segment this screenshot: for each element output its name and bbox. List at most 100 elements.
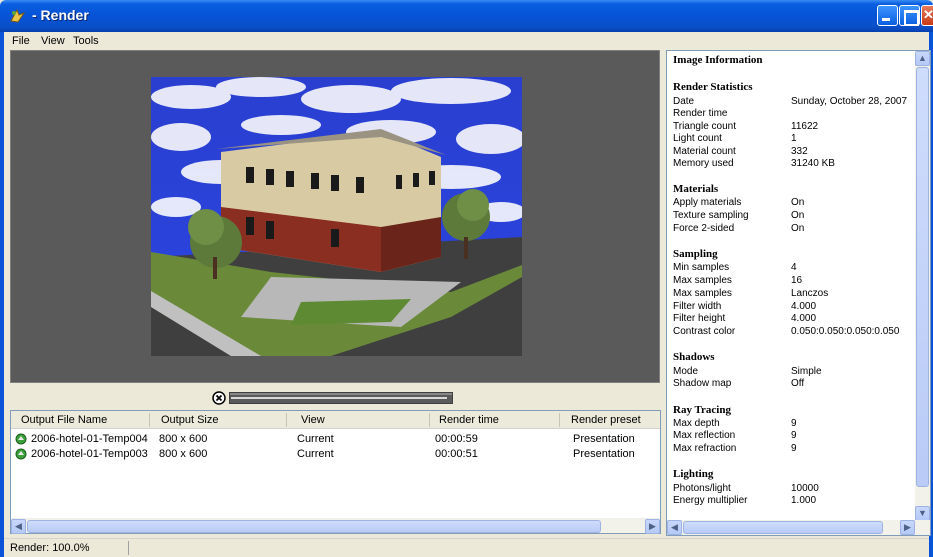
cell-output-file-name: 2006-hotel-01-Temp003 bbox=[31, 448, 148, 460]
column-header-render-time[interactable]: Render time bbox=[439, 414, 499, 426]
window-frame-left bbox=[0, 32, 4, 557]
column-header-output-size[interactable]: Output Size bbox=[161, 414, 218, 426]
info-label: Contrast color bbox=[673, 326, 736, 337]
info-value: 0.050:0.050:0.050:0.050 bbox=[791, 326, 900, 337]
info-label: Filter height bbox=[673, 313, 726, 324]
column-divider[interactable] bbox=[286, 413, 287, 427]
info-label: Force 2-sided bbox=[673, 223, 735, 234]
column-header-render-preset[interactable]: Render preset bbox=[571, 414, 641, 426]
info-value: 1.000 bbox=[791, 495, 817, 506]
info-label: Max samples bbox=[673, 288, 732, 299]
menu-bar: File View Tools bbox=[4, 32, 929, 50]
info-label: Shadow map bbox=[673, 378, 732, 389]
info-value: 9 bbox=[791, 430, 797, 441]
info-value: 10000 bbox=[791, 483, 819, 494]
info-value: 332 bbox=[791, 146, 808, 157]
cell-render-time: 00:00:59 bbox=[435, 433, 478, 445]
info-vertical-scrollbar[interactable]: ▲ ▼ bbox=[915, 51, 930, 521]
info-label: Triangle count bbox=[673, 121, 736, 132]
scrollbar-thumb[interactable] bbox=[916, 67, 929, 487]
cell-render-preset: Presentation bbox=[573, 433, 635, 445]
scroll-left-arrow-icon[interactable]: ◀ bbox=[667, 520, 682, 535]
info-label: Date bbox=[673, 96, 695, 107]
info-label: Photons/light bbox=[673, 483, 731, 494]
info-value: 31240 KB bbox=[791, 158, 835, 169]
info-value: 4.000 bbox=[791, 313, 817, 324]
scroll-left-arrow-icon[interactable]: ◀ bbox=[11, 519, 26, 534]
cell-output-size: 800 x 600 bbox=[159, 433, 208, 445]
status-text: Render: 100.0% bbox=[10, 542, 90, 554]
info-value: 1 bbox=[791, 133, 797, 144]
info-label: Max reflection bbox=[673, 430, 736, 441]
render-progress-bar bbox=[229, 392, 453, 404]
status-bar: Render: 100.0% bbox=[4, 538, 929, 556]
info-label: Filter width bbox=[673, 301, 722, 312]
table-row[interactable]: 2006-hotel-01-Temp003 800 x 600 Current … bbox=[11, 447, 660, 461]
info-value: Sunday, October 28, 2007 bbox=[791, 96, 908, 107]
info-value: 16 bbox=[791, 275, 803, 286]
cancel-render-icon[interactable] bbox=[212, 391, 226, 405]
table-row[interactable]: 2006-hotel-01-Temp004 800 x 600 Current … bbox=[11, 432, 660, 446]
scrollbar-thumb[interactable] bbox=[683, 521, 883, 534]
cell-render-preset: Presentation bbox=[573, 448, 635, 460]
image-information-panel: Image Information Render Statistics Date… bbox=[666, 50, 931, 536]
info-value: On bbox=[791, 197, 805, 208]
info-label: Max samples bbox=[673, 275, 732, 286]
scroll-right-arrow-icon[interactable]: ▶ bbox=[900, 520, 915, 535]
info-label: Light count bbox=[673, 133, 722, 144]
render-progress-row bbox=[10, 385, 660, 407]
info-label: Apply materials bbox=[673, 197, 742, 208]
info-value: Off bbox=[791, 378, 805, 389]
column-header-output-file-name[interactable]: Output File Name bbox=[21, 414, 107, 426]
close-button[interactable] bbox=[921, 5, 933, 26]
column-header-view[interactable]: View bbox=[301, 414, 325, 426]
cell-view: Current bbox=[297, 433, 334, 445]
table-horizontal-scrollbar[interactable]: ◀ ▶ bbox=[11, 518, 660, 534]
info-value: 4.000 bbox=[791, 301, 817, 312]
scrollbar-thumb[interactable] bbox=[27, 520, 601, 533]
render-history-table: Output File Name Output Size View Render… bbox=[10, 410, 661, 534]
status-divider bbox=[128, 541, 129, 555]
info-label: Max refraction bbox=[673, 443, 737, 454]
cell-output-file-name: 2006-hotel-01-Temp004 bbox=[31, 433, 148, 445]
cell-output-size: 800 x 600 bbox=[159, 448, 208, 460]
menu-tools[interactable]: Tools bbox=[73, 35, 99, 47]
info-label: Energy multiplier bbox=[673, 495, 748, 506]
info-label: Min samples bbox=[673, 262, 730, 273]
info-horizontal-scrollbar[interactable]: ◀ ▶ bbox=[667, 520, 930, 535]
table-header: Output File Name Output Size View Render… bbox=[11, 411, 660, 429]
info-value: 9 bbox=[791, 418, 797, 429]
window-title: - Render bbox=[32, 7, 89, 23]
column-divider[interactable] bbox=[149, 413, 150, 427]
info-value: On bbox=[791, 210, 805, 221]
info-label: Memory used bbox=[673, 158, 734, 169]
info-value: 9 bbox=[791, 443, 797, 454]
render-app-icon bbox=[10, 8, 26, 23]
info-value: Lanczos bbox=[791, 288, 829, 299]
info-label: Render time bbox=[673, 108, 728, 119]
info-label: Material count bbox=[673, 146, 736, 157]
render-viewport bbox=[10, 50, 660, 383]
minimize-button[interactable] bbox=[877, 5, 898, 26]
scroll-right-arrow-icon[interactable]: ▶ bbox=[645, 519, 660, 534]
column-divider[interactable] bbox=[429, 413, 430, 427]
info-value: On bbox=[791, 223, 805, 234]
info-value: Simple bbox=[791, 366, 822, 377]
render-progress-fill bbox=[231, 397, 447, 399]
maximize-button[interactable] bbox=[899, 5, 920, 26]
scroll-down-arrow-icon[interactable]: ▼ bbox=[915, 506, 930, 521]
info-value: 4 bbox=[791, 262, 797, 273]
title-bar: - Render bbox=[0, 0, 933, 32]
column-divider[interactable] bbox=[559, 413, 560, 427]
section-sampling: Sampling bbox=[673, 248, 718, 260]
section-materials: Materials bbox=[673, 183, 719, 195]
menu-view[interactable]: View bbox=[41, 35, 65, 47]
scroll-up-arrow-icon[interactable]: ▲ bbox=[915, 51, 930, 66]
rendered-image bbox=[151, 77, 522, 356]
info-label: Mode bbox=[673, 366, 699, 377]
cell-render-time: 00:00:51 bbox=[435, 448, 478, 460]
menu-file[interactable]: File bbox=[12, 35, 30, 47]
section-render-statistics: Render Statistics bbox=[673, 81, 753, 93]
render-file-icon bbox=[15, 448, 27, 460]
render-file-icon bbox=[15, 433, 27, 445]
